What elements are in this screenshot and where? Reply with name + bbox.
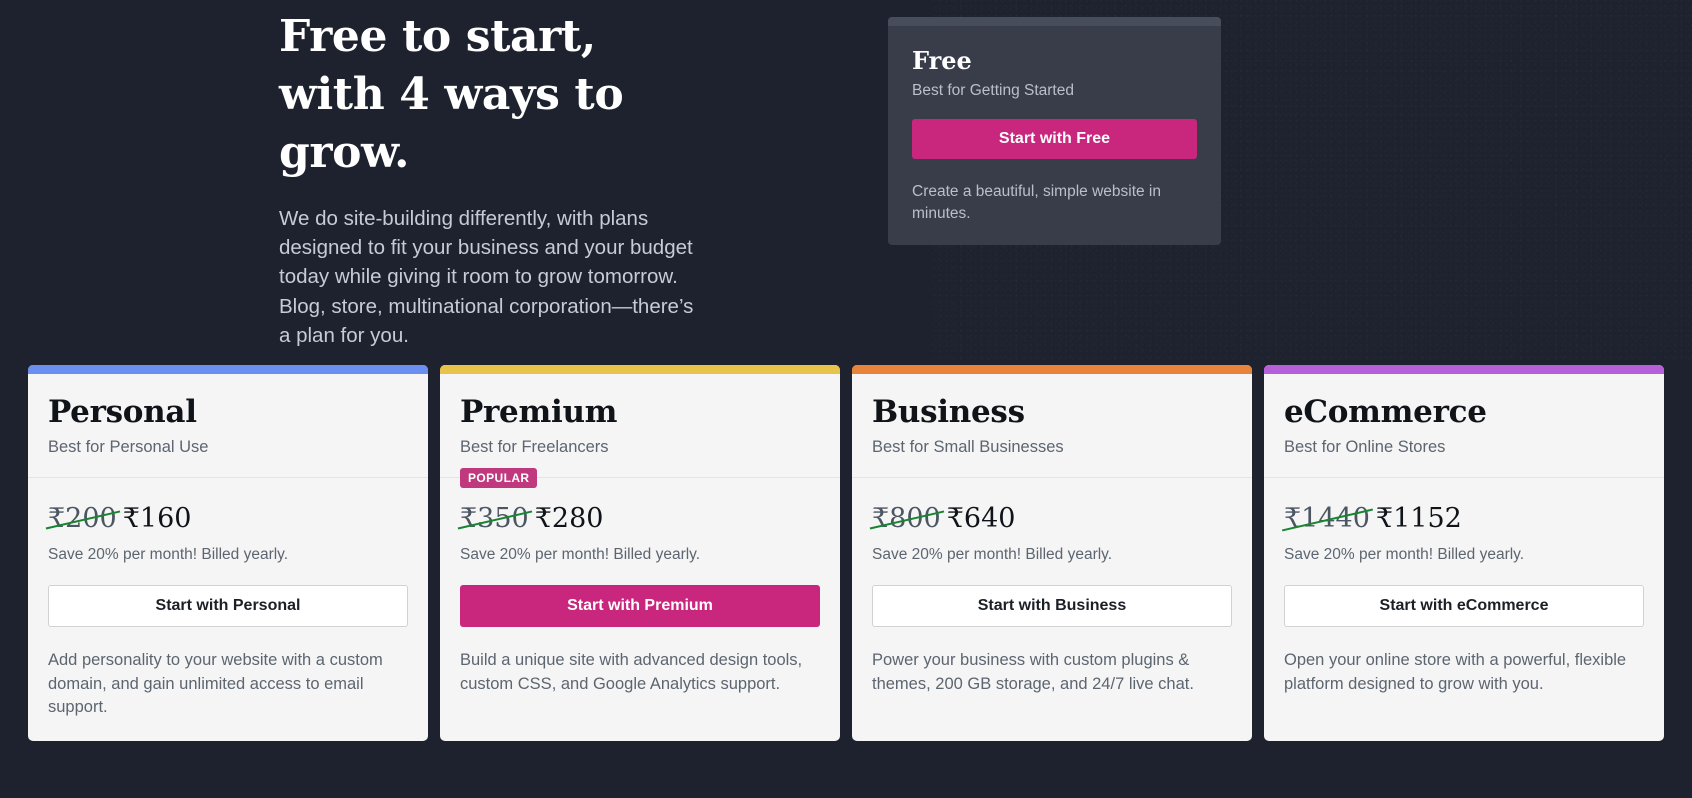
start-with-premium-button[interactable]: Start with Premium [460, 585, 820, 628]
plan-body-premium: ₹350 ₹280 Save 20% per month! Billed year… [440, 478, 840, 628]
plan-price-note-premium: Save 20% per month! Billed yearly. [460, 546, 701, 564]
plan-description-personal: Add personality to your website with a c… [48, 651, 383, 716]
popular-badge: POPULAR [460, 468, 538, 489]
plan-name-personal: Personal [48, 394, 197, 430]
plan-price-original-business: ₹800 [872, 503, 941, 535]
pricing-plans-row: Personal Best for Personal Use ₹200 ₹160 … [28, 365, 1664, 742]
plan-card-business: Business Best for Small Businesses ₹800 ₹… [852, 365, 1252, 742]
plan-description-ecommerce: Open your online store with a powerful, … [1284, 651, 1627, 693]
plan-tagline-premium: Best for Freelancers [460, 438, 609, 457]
free-plan-card: Free Best for Getting Started Start with… [888, 17, 1221, 245]
plan-name-business: Business [872, 394, 1025, 430]
plan-price-note-personal: Save 20% per month! Billed yearly. [48, 546, 289, 564]
free-plan-name: Free [912, 46, 972, 75]
plan-name-ecommerce: eCommerce [1284, 394, 1487, 430]
hero-description: We do site-building differently, with pl… [279, 207, 694, 347]
plan-price-original-premium: ₹350 [460, 503, 529, 535]
plan-price-current-personal: ₹160 [122, 503, 192, 535]
plan-tagline-business: Best for Small Businesses [872, 438, 1064, 457]
plan-price-ecommerce: ₹1440 ₹1152 [1284, 504, 1644, 534]
plan-body-personal: ₹200 ₹160 Save 20% per month! Billed year… [28, 478, 428, 628]
plan-accent-bar-ecommerce [1264, 365, 1664, 374]
plan-price-personal: ₹200 ₹160 [48, 504, 408, 534]
start-with-personal-button[interactable]: Start with Personal [48, 585, 408, 628]
hero-text-block: Free to start, with 4 ways to grow. We d… [279, 8, 749, 350]
plan-body-business: ₹800 ₹640 Save 20% per month! Billed year… [852, 478, 1252, 628]
plan-card-ecommerce: eCommerce Best for Online Stores ₹1440 ₹1… [1264, 365, 1664, 742]
plan-accent-bar-premium [440, 365, 840, 374]
free-plan-accent-bar [888, 17, 1221, 26]
plan-accent-bar-personal [28, 365, 428, 374]
plan-tagline-personal: Best for Personal Use [48, 438, 209, 457]
plan-description-business: Power your business with custom plugins … [872, 651, 1194, 693]
free-plan-description: Create a beautiful, simple website in mi… [912, 183, 1161, 223]
plan-card-premium: Premium Best for Freelancers POPULAR ₹35… [440, 365, 840, 742]
free-plan-tagline: Best for Getting Started [912, 82, 1074, 100]
plan-header-ecommerce: eCommerce Best for Online Stores [1264, 374, 1664, 479]
plan-price-original-personal: ₹200 [48, 503, 117, 535]
plan-card-personal: Personal Best for Personal Use ₹200 ₹160 … [28, 365, 428, 742]
plan-price-note-business: Save 20% per month! Billed yearly. [872, 546, 1113, 564]
plan-header-business: Business Best for Small Businesses [852, 374, 1252, 479]
plan-name-premium: Premium [460, 394, 618, 430]
start-with-free-button[interactable]: Start with Free [912, 119, 1197, 160]
start-with-ecommerce-button[interactable]: Start with eCommerce [1284, 585, 1644, 628]
plan-price-current-ecommerce: ₹1152 [1375, 503, 1462, 535]
plan-accent-bar-business [852, 365, 1252, 374]
plan-description-premium: Build a unique site with advanced design… [460, 651, 803, 693]
plan-price-original-ecommerce: ₹1440 [1284, 503, 1370, 535]
page-title: Free to start, with 4 ways to grow. [279, 11, 624, 179]
plan-price-business: ₹800 ₹640 [872, 504, 1232, 534]
plan-header-personal: Personal Best for Personal Use [28, 374, 428, 479]
plan-body-ecommerce: ₹1440 ₹1152 Save 20% per month! Billed ye… [1264, 478, 1664, 628]
plan-header-premium: Premium Best for Freelancers POPULAR [440, 374, 840, 489]
plan-price-note-ecommerce: Save 20% per month! Billed yearly. [1284, 546, 1525, 564]
plan-price-premium: ₹350 ₹280 [460, 504, 820, 534]
plan-price-current-business: ₹640 [946, 503, 1016, 535]
free-plan-body: Free Best for Getting Started Start with… [888, 26, 1221, 225]
start-with-business-button[interactable]: Start with Business [872, 585, 1232, 628]
plan-tagline-ecommerce: Best for Online Stores [1284, 438, 1446, 457]
plan-price-current-premium: ₹280 [534, 503, 604, 535]
